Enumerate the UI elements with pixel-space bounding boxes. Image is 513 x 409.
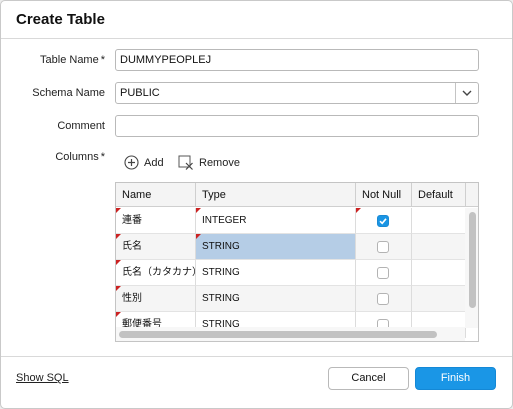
horizontal-scrollbar[interactable] (116, 327, 465, 341)
cell-type-selected[interactable]: STRING (196, 234, 356, 260)
cell-default[interactable] (412, 260, 466, 286)
columns-label: Columns * (55, 151, 105, 163)
cell-name-text: 性別 (122, 293, 142, 304)
schema-name-select[interactable]: PUBLIC (115, 82, 479, 104)
header-type[interactable]: Type (196, 183, 356, 207)
header-not-null[interactable]: Not Null (356, 183, 412, 207)
title-divider (1, 38, 512, 39)
cell-name[interactable]: 性別 (116, 286, 196, 312)
cell-not-null (356, 208, 412, 234)
comment-label-text: Comment (57, 120, 105, 132)
cancel-button[interactable]: Cancel (328, 367, 409, 390)
table-name-label: Table Name * (40, 54, 105, 66)
required-marker: * (100, 151, 105, 163)
cell-default[interactable] (412, 208, 466, 234)
grid-header: Name Type Not Null Default (116, 183, 478, 207)
required-corner-marker (116, 312, 121, 317)
chevron-down-icon (462, 90, 472, 96)
table-name-label-text: Table Name (40, 54, 99, 66)
required-corner-marker (196, 234, 201, 239)
cell-name-text: 連番 (122, 215, 142, 226)
add-circle-icon (124, 155, 139, 170)
check-icon (379, 218, 387, 225)
footer-divider (1, 356, 512, 357)
required-corner-marker (116, 286, 121, 291)
required-corner-marker (356, 208, 361, 213)
cell-not-null (356, 234, 412, 260)
cell-default[interactable] (412, 234, 466, 260)
cell-type-text: INTEGER (202, 215, 247, 226)
cell-not-null (356, 286, 412, 312)
create-table-dialog: Create Table Table Name * DUMMYPEOPLEJ Sc… (0, 0, 513, 409)
columns-grid[interactable]: Name Type Not Null Default 連番 INTEGER 氏名… (115, 182, 479, 342)
required-corner-marker (196, 208, 201, 213)
not-null-checkbox[interactable] (377, 267, 389, 279)
cell-not-null (356, 260, 412, 286)
add-label: Add (144, 156, 164, 169)
cell-name-text: 氏名 (122, 241, 142, 252)
cell-type[interactable]: INTEGER (196, 208, 356, 234)
schema-name-label: Schema Name (32, 87, 105, 99)
dialog-title: Create Table (16, 11, 105, 28)
cell-type-text: STRING (202, 267, 240, 278)
cell-name[interactable]: 氏名（カタカナ） (116, 260, 196, 286)
schema-name-label-text: Schema Name (32, 87, 105, 99)
finish-button[interactable]: Finish (415, 367, 496, 390)
required-marker: * (100, 54, 105, 66)
required-corner-marker (116, 234, 121, 239)
remove-icon (178, 155, 194, 170)
show-sql-link[interactable]: Show SQL (16, 372, 69, 384)
columns-label-text: Columns (55, 151, 99, 163)
header-name[interactable]: Name (116, 183, 196, 207)
cell-name[interactable]: 氏名 (116, 234, 196, 260)
required-corner-marker (116, 208, 121, 213)
comment-input[interactable] (115, 115, 479, 137)
remove-label: Remove (199, 156, 240, 169)
cell-name-text: 氏名（カタカナ） (122, 267, 196, 278)
cell-type-text: STRING (202, 293, 240, 304)
cell-type[interactable]: STRING (196, 286, 356, 312)
not-null-checkbox[interactable] (377, 293, 389, 305)
schema-name-value: PUBLIC (120, 87, 160, 99)
vertical-scrollbar[interactable] (465, 208, 478, 328)
table-name-value: DUMMYPEOPLEJ (120, 54, 212, 66)
cell-type-text: STRING (202, 241, 240, 252)
required-corner-marker (116, 260, 121, 265)
header-default[interactable]: Default (412, 183, 466, 207)
comment-label: Comment (57, 120, 105, 132)
cell-name[interactable]: 連番 (116, 208, 196, 234)
add-column-button[interactable]: Add (124, 155, 164, 170)
table-name-input[interactable]: DUMMYPEOPLEJ (115, 49, 479, 71)
horizontal-scroll-thumb[interactable] (119, 331, 437, 338)
not-null-checkbox[interactable] (377, 241, 389, 253)
vertical-scroll-thumb[interactable] (469, 212, 476, 308)
cell-default[interactable] (412, 286, 466, 312)
cell-type[interactable]: STRING (196, 260, 356, 286)
remove-column-button[interactable]: Remove (178, 155, 240, 170)
dropdown-button[interactable] (455, 83, 478, 103)
not-null-checkbox[interactable] (377, 215, 389, 227)
